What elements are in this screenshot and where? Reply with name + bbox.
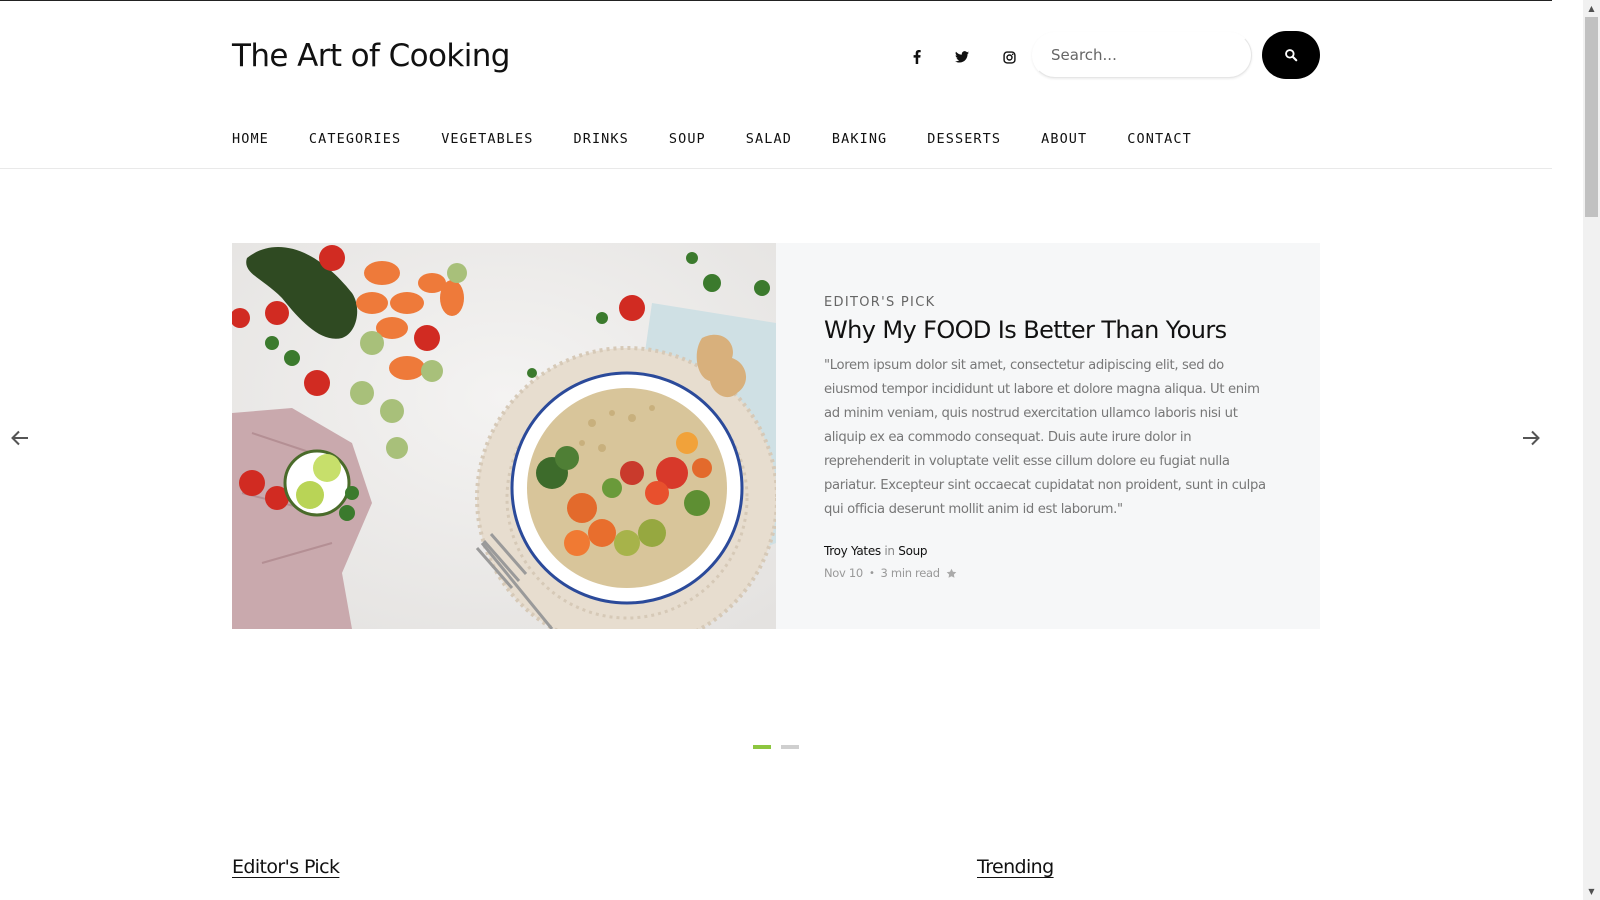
section-title-trending[interactable]: Trending — [977, 856, 1054, 878]
site-title[interactable]: The Art of Cooking — [232, 38, 510, 74]
instagram-icon[interactable] — [996, 44, 1022, 70]
arrow-right-icon[interactable] — [1519, 426, 1543, 450]
page-scrollbar[interactable]: ▲ ▼ — [1583, 0, 1600, 900]
nav-item-vegetables[interactable]: VEGETABLES — [441, 131, 533, 147]
nav-item-soup[interactable]: SOUP — [669, 131, 706, 147]
featured-title[interactable]: Why My FOOD Is Better Than Yours — [824, 316, 1274, 344]
featured-meta: Nov 10 • 3 min read — [824, 566, 1274, 580]
top-border-line — [0, 0, 1552, 1]
category-link[interactable]: Soup — [898, 544, 927, 558]
search-icon — [1285, 49, 1298, 62]
facebook-icon[interactable] — [904, 44, 930, 70]
featured-slide[interactable]: EDITOR'S PICK Why My FOOD Is Better Than… — [232, 243, 1320, 629]
nav-item-categories[interactable]: CATEGORIES — [309, 131, 401, 147]
header-divider — [0, 168, 1552, 169]
star-icon[interactable] — [946, 568, 957, 579]
search-button[interactable] — [1262, 31, 1320, 79]
main-nav: HOME CATEGORIES VEGETABLES DRINKS SOUP S… — [232, 131, 1232, 147]
featured-byline: Troy Yates in Soup — [824, 544, 1274, 558]
meta-separator: • — [868, 567, 875, 579]
slider-pagination — [753, 745, 799, 749]
author-link[interactable]: Troy Yates — [824, 544, 881, 558]
slider-dot-1[interactable] — [753, 745, 771, 749]
arrow-left-icon[interactable] — [8, 426, 32, 450]
nav-item-salad[interactable]: SALAD — [746, 131, 792, 147]
scrollbar-thumb[interactable] — [1585, 17, 1598, 217]
nav-item-home[interactable]: HOME — [232, 131, 269, 147]
search-input[interactable] — [1033, 33, 1251, 77]
search-box — [1032, 32, 1252, 78]
post-date: Nov 10 — [824, 566, 863, 580]
featured-content: EDITOR'S PICK Why My FOOD Is Better Than… — [824, 295, 1274, 580]
read-time: 3 min read — [880, 566, 941, 580]
scroll-down-icon[interactable]: ▼ — [1583, 883, 1600, 900]
nav-item-about[interactable]: ABOUT — [1041, 131, 1087, 147]
featured-kicker: EDITOR'S PICK — [824, 295, 936, 310]
twitter-icon[interactable] — [949, 44, 975, 70]
scroll-up-icon[interactable]: ▲ — [1583, 0, 1600, 17]
byline-in: in — [884, 544, 895, 558]
nav-item-baking[interactable]: BAKING — [832, 131, 887, 147]
featured-excerpt: "Lorem ipsum dolor sit amet, consectetur… — [824, 358, 1266, 517]
slider-dot-2[interactable] — [781, 745, 799, 749]
featured-image[interactable] — [232, 243, 776, 629]
nav-item-drinks[interactable]: DRINKS — [573, 131, 628, 147]
section-title-editors-pick[interactable]: Editor's Pick — [232, 856, 340, 878]
nav-item-desserts[interactable]: DESSERTS — [927, 131, 1001, 147]
nav-item-contact[interactable]: CONTACT — [1127, 131, 1192, 147]
